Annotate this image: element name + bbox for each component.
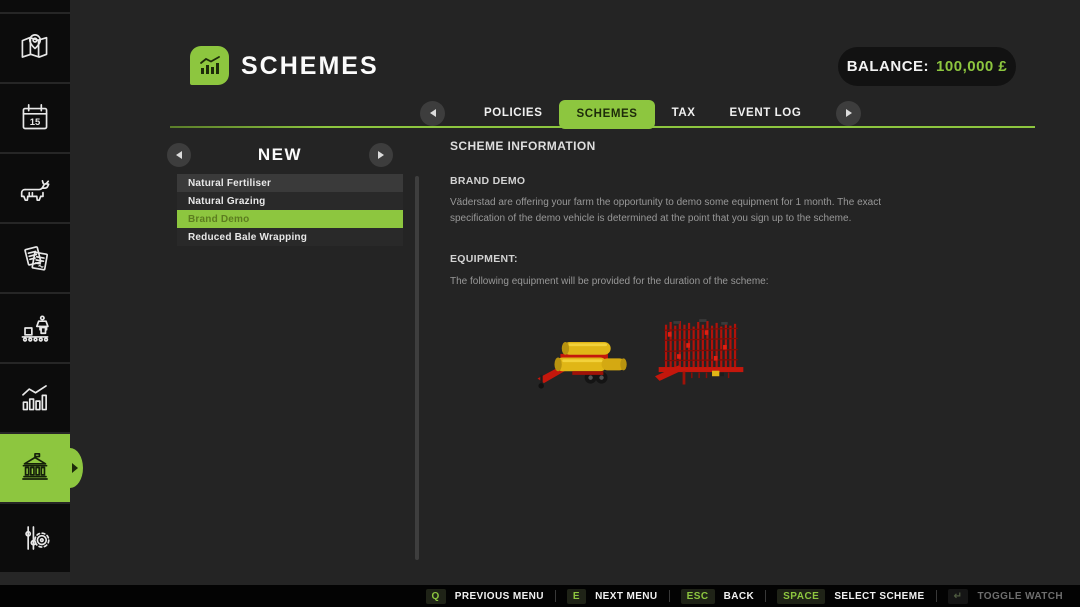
tab-tax[interactable]: TAX: [655, 98, 713, 128]
statistics-icon: [14, 377, 56, 419]
sidebar-item-cropped[interactable]: [0, 0, 70, 12]
schemes-chart-icon: [197, 53, 223, 79]
hint-next-menu: E NEXT MENU: [567, 589, 669, 604]
schemes-screen: 15: [0, 0, 1080, 607]
equipment-note: The following equipment will be provided…: [450, 276, 769, 287]
sidebar-item-map[interactable]: [0, 14, 70, 82]
hint-toggle-watch: ↵ TOGGLE WATCH: [948, 589, 1074, 604]
category-prev-button[interactable]: [167, 143, 191, 167]
tab-event-log[interactable]: EVENT LOG: [713, 98, 819, 128]
key-e: E: [567, 589, 586, 604]
list-item-natural-fertiliser[interactable]: Natural Fertiliser: [177, 174, 403, 192]
equipment-heading: EQUIPMENT:: [450, 253, 518, 265]
map-icon: [14, 27, 56, 69]
sidebar-item-calendar[interactable]: 15: [0, 84, 70, 152]
hint-label: NEXT MENU: [595, 591, 658, 602]
scheme-name-heading: BRAND DEMO: [450, 175, 525, 187]
balance-badge: BALANCE: 100,000 £: [838, 47, 1016, 86]
sidebar-item-contracts[interactable]: [0, 224, 70, 292]
chevron-left-icon: [430, 109, 436, 117]
key-space: SPACE: [777, 589, 825, 604]
tabs-next-button[interactable]: [836, 101, 861, 126]
info-scrollbar[interactable]: [415, 176, 419, 560]
finance-icon: [14, 447, 56, 489]
key-esc: ESC: [681, 589, 715, 604]
settings-icon: [14, 517, 56, 559]
tab-schemes[interactable]: SCHEMES: [559, 100, 654, 129]
scheme-list: Natural Fertiliser Natural Grazing Brand…: [177, 174, 403, 246]
sidebar-item-production[interactable]: [0, 294, 70, 362]
calendar-day: 15: [30, 117, 41, 128]
hint-label: BACK: [724, 591, 755, 602]
chevron-right-icon: [378, 151, 384, 159]
sidebar-item-finance[interactable]: [0, 434, 70, 502]
sidebar-item-statistics[interactable]: [0, 364, 70, 432]
balance-value: 100,000 £: [936, 58, 1007, 75]
scheme-category-header: NEW: [167, 141, 393, 169]
hint-separator: [669, 590, 670, 602]
tab-underline: [170, 126, 1035, 128]
list-item-natural-grazing[interactable]: Natural Grazing: [177, 192, 403, 210]
hint-label: TOGGLE WATCH: [977, 591, 1063, 602]
hint-separator: [936, 590, 937, 602]
tabs-prev-button[interactable]: [420, 101, 445, 126]
list-item-brand-demo[interactable]: Brand Demo: [177, 210, 403, 228]
hint-label: PREVIOUS MENU: [455, 591, 544, 602]
hint-previous-menu: Q PREVIOUS MENU: [426, 589, 555, 604]
hint-label: SELECT SCHEME: [834, 591, 924, 602]
sidebar-item-settings[interactable]: [0, 504, 70, 572]
tab-policies[interactable]: POLICIES: [467, 98, 559, 128]
schemes-app-icon: [190, 46, 229, 85]
contracts-icon: [14, 237, 56, 279]
info-section-title: SCHEME INFORMATION: [450, 139, 596, 153]
chevron-left-icon: [176, 151, 182, 159]
equipment-harrow-image: [655, 317, 747, 395]
return-key-icon: ↵: [948, 589, 969, 604]
equipment-images: [535, 305, 750, 395]
sidebar-item-animals[interactable]: [0, 154, 70, 222]
animals-icon: [14, 167, 56, 209]
hint-separator: [555, 590, 556, 602]
scheme-description: Väderstad are offering your farm the opp…: [450, 195, 898, 227]
page-title: SCHEMES: [241, 52, 379, 81]
category-title: NEW: [258, 145, 302, 165]
list-item-reduced-bale-wrapping[interactable]: Reduced Bale Wrapping: [177, 228, 403, 246]
key-q: Q: [426, 589, 446, 604]
production-icon: [14, 307, 56, 349]
hint-back: ESC BACK: [681, 589, 766, 604]
active-pointer-icon: [72, 463, 78, 473]
category-next-button[interactable]: [369, 143, 393, 167]
equipment-roller-image: [535, 331, 637, 395]
balance-label: BALANCE:: [847, 58, 929, 75]
hint-separator: [765, 590, 766, 602]
tab-bar: POLICIES SCHEMES TAX EVENT LOG: [420, 98, 861, 128]
key-hint-bar: Q PREVIOUS MENU E NEXT MENU ESC BACK SPA…: [0, 585, 1080, 607]
chevron-right-icon: [846, 109, 852, 117]
calendar-icon: 15: [14, 97, 56, 139]
hint-select-scheme: SPACE SELECT SCHEME: [777, 589, 935, 604]
sidebar: 15: [0, 0, 70, 585]
